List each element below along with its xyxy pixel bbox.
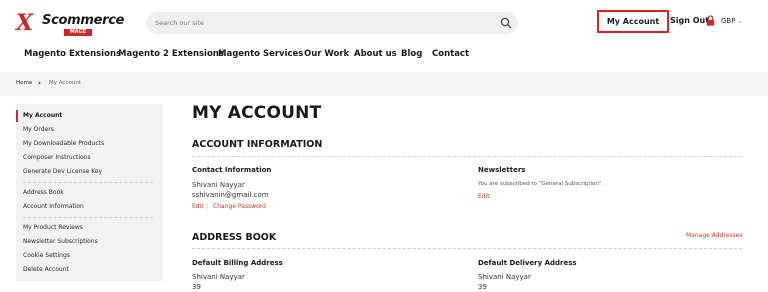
change-password-link[interactable]: Change Password xyxy=(213,203,266,210)
nav-contact[interactable]: Contact xyxy=(432,49,469,59)
logo-mark: X xyxy=(16,10,34,36)
account-information-heading: ACCOUNT INFORMATION xyxy=(192,139,323,150)
sidebar-item-my-orders[interactable]: My Orders xyxy=(23,126,54,133)
sidebar-divider xyxy=(23,182,153,183)
currency-label: GBP xyxy=(721,17,736,25)
search-input[interactable] xyxy=(146,12,486,34)
sidebar-item-newsletter-subscriptions[interactable]: Newsletter Subscriptions xyxy=(23,238,98,245)
section-divider xyxy=(192,156,742,157)
link-separator: | xyxy=(206,203,209,210)
sign-out-link[interactable]: Sign Out xyxy=(670,16,709,25)
main-nav: Magento Extensions Magento 2 Extensions … xyxy=(0,44,768,66)
site-logo[interactable]: X Scommerce MAGE xyxy=(16,12,126,36)
sidebar-item-composer-instructions[interactable]: Composer Instructions xyxy=(23,154,91,161)
search-bar xyxy=(146,12,518,34)
newsletters-status: You are subscribed to "General Subscript… xyxy=(478,181,604,187)
billing-address-line: 39 xyxy=(192,283,201,291)
nav-about-us[interactable]: About us xyxy=(354,49,397,59)
billing-address-heading: Default Billing Address xyxy=(192,259,283,267)
billing-name: Shivani Nayyar xyxy=(192,273,245,281)
nav-magento-extensions[interactable]: Magento Extensions xyxy=(24,49,121,59)
nav-our-work[interactable]: Our Work xyxy=(304,49,349,59)
sidebar-item-downloadable-products[interactable]: My Downloadable Products xyxy=(23,140,104,147)
nav-magento-services[interactable]: Magento Services xyxy=(218,49,303,59)
sidebar-item-generate-dev-license-key[interactable]: Generate Dev License Key xyxy=(23,168,102,175)
contact-name: Shivani Nayyar xyxy=(192,181,245,189)
breadcrumb-home[interactable]: Home xyxy=(16,80,32,86)
address-book-heading: ADDRESS BOOK xyxy=(192,232,277,243)
my-account-button[interactable]: My Account xyxy=(597,10,669,33)
newsletters-heading: Newsletters xyxy=(478,166,526,174)
sidebar-item-product-reviews[interactable]: My Product Reviews xyxy=(23,224,83,231)
breadcrumb: Home › My Account xyxy=(0,72,768,96)
chevron-right-icon: › xyxy=(38,79,41,87)
sidebar-item-my-account[interactable]: My Account xyxy=(23,112,62,119)
edit-newsletters-link[interactable]: Edit xyxy=(478,193,490,200)
nav-magento-2-extensions[interactable]: Magento 2 Extensions xyxy=(118,49,224,59)
logo-tag: MAGE xyxy=(64,29,92,36)
account-sidebar: My Account My Orders My Downloadable Pro… xyxy=(16,104,163,281)
sidebar-item-delete-account[interactable]: Delete Account xyxy=(23,266,69,273)
logo-wordmark: Scommerce xyxy=(42,13,125,28)
nav-blog[interactable]: Blog xyxy=(401,49,422,59)
delivery-address-heading: Default Delivery Address xyxy=(478,259,577,267)
sidebar-divider xyxy=(23,217,153,218)
currency-switcher[interactable]: GBP ⌄ xyxy=(721,17,742,25)
site-header: X Scommerce MAGE My Account Sign Out GBP… xyxy=(0,0,768,44)
page-title: MY ACCOUNT xyxy=(192,103,322,123)
sidebar-item-cookie-settings[interactable]: Cookie Settings xyxy=(23,252,70,259)
contact-information-heading: Contact Information xyxy=(192,166,272,174)
chevron-down-icon: ⌄ xyxy=(737,18,743,25)
sidebar-item-account-information[interactable]: Account Information xyxy=(23,203,84,210)
delivery-address-line: 39 xyxy=(478,283,487,291)
delivery-name: Shivani Nayyar xyxy=(478,273,531,281)
manage-addresses-link[interactable]: Manage Addresses xyxy=(686,232,742,239)
edit-contact-link[interactable]: Edit xyxy=(192,203,204,210)
search-icon[interactable] xyxy=(500,17,512,29)
contact-email: sshivanin@gmail.com xyxy=(192,191,269,199)
sidebar-item-address-book[interactable]: Address Book xyxy=(23,189,64,196)
active-indicator xyxy=(16,110,18,122)
lock-icon xyxy=(706,15,715,26)
section-divider xyxy=(192,248,742,249)
breadcrumb-current: My Account xyxy=(49,80,81,86)
